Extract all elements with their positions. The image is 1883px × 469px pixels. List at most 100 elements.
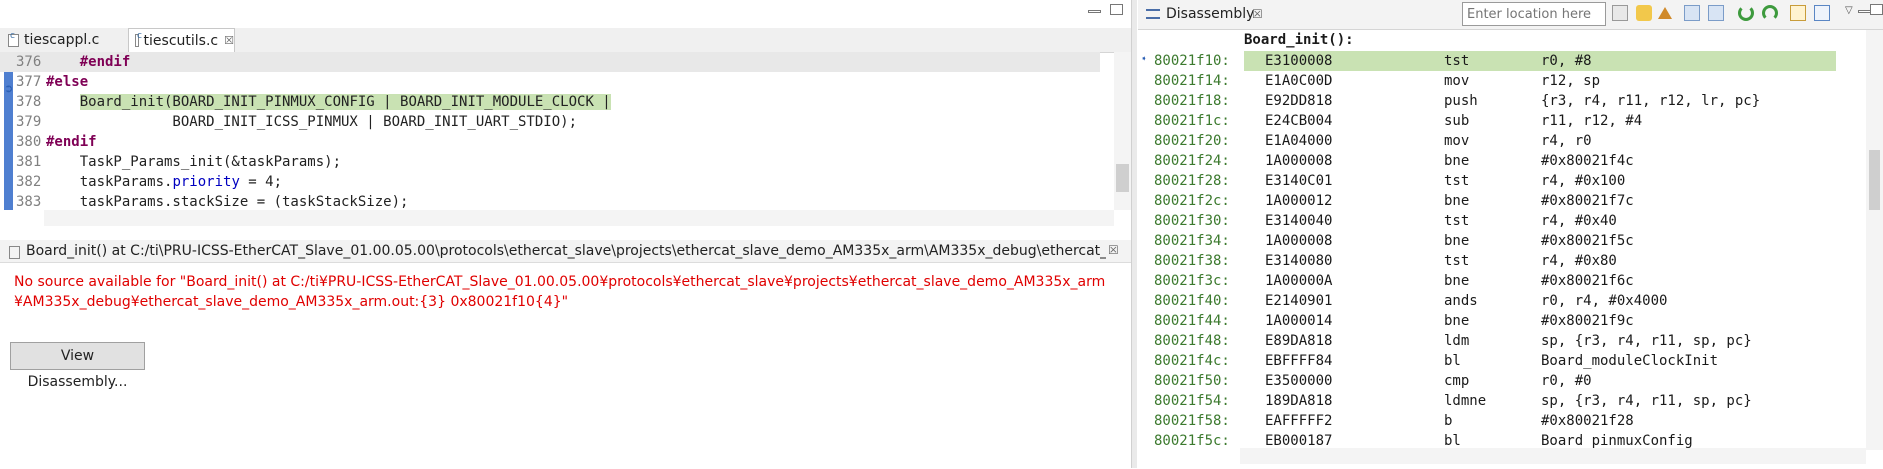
code-token: taskParams.stackSize = (taskStackSize); [46, 194, 409, 210]
code-line[interactable]: 376 #endif [0, 52, 1100, 72]
refresh-icon[interactable] [1762, 5, 1778, 21]
disassembly-row[interactable]: 80021f54: 189DA818 ldmne sp, {r3, r4, r11, … [1138, 391, 1858, 411]
opcode: E3500000 [1265, 373, 1333, 389]
disassembly-row[interactable]: 80021f38: E3140080 tst r4, #0x80 [1138, 251, 1858, 271]
pane-divider[interactable] [1131, 0, 1137, 468]
opcode: E2140901 [1265, 293, 1333, 309]
disassembly-row[interactable]: 80021f18: E92DD818 push {r3, r4, r11, r12, … [1138, 91, 1858, 111]
disassembly-row[interactable]: 80021f2c: 1A000012 bne #0x80021f7c [1138, 191, 1858, 211]
code-line[interactable]: 380 #endif [0, 132, 1100, 152]
close-icon[interactable]: ☒ [1252, 7, 1263, 21]
address: 80021f30: [1154, 213, 1230, 229]
code-line[interactable]: 383 taskParams.stackSize = (taskStackSiz… [0, 192, 1100, 210]
code-token: = 4; [239, 174, 283, 190]
line-number: 381 [16, 154, 42, 170]
pin-icon[interactable] [1814, 5, 1830, 21]
close-icon[interactable]: ☒ [224, 34, 234, 47]
tab-label: tiescutils.c [143, 32, 219, 49]
home-icon[interactable] [1658, 7, 1672, 19]
operands: r12, sp [1541, 73, 1601, 89]
disassembly-row[interactable]: 80021f24: 1A000008 bne #0x80021f4c [1138, 151, 1858, 171]
disassembly-row[interactable]: 80021f4c: EBFFFF84 bl Board_moduleClockInit [1138, 351, 1858, 371]
disassembly-row[interactable]: 80021f10: E3100008 tst r0, #8 [1138, 51, 1858, 71]
opcode: E1A04000 [1265, 133, 1333, 149]
show-source-icon[interactable] [1684, 5, 1700, 21]
view-disassembly-button[interactable]: View Disassembly... [10, 342, 145, 390]
address: 80021f28: [1154, 173, 1230, 189]
code-token: taskParams. [46, 174, 173, 190]
disassembly-row[interactable]: 80021f20: E1A04000 mov r4, r0 [1138, 131, 1858, 151]
operands: r0, r4, #0x4000 [1541, 293, 1668, 309]
tab-disassembly[interactable]: Disassembly [1166, 6, 1254, 22]
editor-horizontal-scrollbar[interactable] [44, 210, 1114, 226]
opcode: 1A000008 [1265, 233, 1333, 249]
maximize-icon[interactable] [1870, 4, 1883, 15]
function-label: Board_init(): [1244, 32, 1354, 48]
tab-tiescutils-c[interactable]: tiescutils.c ☒ [128, 28, 235, 52]
new-view-icon[interactable] [1790, 5, 1806, 21]
tab-tiescappl-c[interactable]: tiescappl.c [8, 28, 128, 52]
code-token: priority [172, 174, 240, 190]
operands: sp, {r3, r4, r11, sp, pc} [1541, 333, 1752, 349]
code-editor[interactable]: 376 #endif 377 #else 378 Board_init(BOARD_I… [0, 52, 1110, 210]
close-icon[interactable]: ☒ [1108, 243, 1119, 257]
disassembly-horizontal-scrollbar[interactable] [1240, 448, 1866, 464]
maximize-icon[interactable] [1110, 4, 1123, 15]
disassembly-row[interactable]: 80021f58: EAFFFFF2 b #0x80021f28 [1138, 411, 1858, 431]
disassembly-row[interactable]: 80021f3c: 1A00000A bne #0x80021f6c [1138, 271, 1858, 291]
code-text: BOARD_INIT_ICSS_PINMUX | BOARD_INIT_UART… [46, 112, 577, 132]
step-into-icon[interactable] [1738, 5, 1754, 21]
mnemonic: tst [1444, 173, 1470, 189]
show-symbols-icon[interactable] [1708, 5, 1724, 21]
editor-tab-bar: tiescappl.c tiescutils.c ☒ [0, 0, 1131, 53]
disassembly-row[interactable]: 80021f50: E3500000 cmp r0, #0 [1138, 371, 1858, 391]
code-text: Board_init(BOARD_INIT_PINMUX_CONFIG | BO… [46, 92, 611, 112]
disassembly-row[interactable]: 80021f30: E3140040 tst r4, #0x40 [1138, 211, 1858, 231]
disassembly-row[interactable]: 80021f40: E2140901 ands r0, r4, #0x4000 [1138, 291, 1858, 311]
link-with-active-debug-context-icon[interactable] [1636, 5, 1652, 21]
disassembly-row[interactable]: 80021f28: E3140C01 tst r4, #0x100 [1138, 171, 1858, 191]
disassembly-row[interactable]: 80021f44: 1A000014 bne #0x80021f9c [1138, 311, 1858, 331]
code-line[interactable]: 382 taskParams.priority = 4; [0, 172, 1100, 192]
disassembly-row[interactable]: 80021f34: 1A000008 bne #0x80021f5c [1138, 231, 1858, 251]
disassembly-row[interactable]: 80021f48: E89DA818 ldm sp, {r3, r4, r11, sp… [1138, 331, 1858, 351]
operands: r4, #0x80 [1541, 253, 1617, 269]
code-text: taskParams.priority = 4; [46, 172, 282, 192]
disassembly-icon [1146, 9, 1160, 19]
c-file-icon [135, 31, 141, 47]
no-source-message: No source available for "Board_init() at… [14, 272, 1114, 312]
line-number: 379 [16, 114, 42, 130]
view-menu-icon[interactable]: ▽ [1845, 5, 1853, 16]
disassembly-vertical-scrollbar[interactable] [1866, 30, 1883, 450]
go-to-location-icon[interactable] [1612, 5, 1628, 21]
opcode: EBFFFF84 [1265, 353, 1333, 369]
opcode: EAFFFFF2 [1265, 413, 1333, 429]
disassembly-listing[interactable]: ➧ Board_init(): 80021f10: E3100008 tst r0, … [1138, 30, 1883, 450]
code-line[interactable]: 381 TaskP_Params_init(&taskParams); [0, 152, 1100, 172]
code-token: #endif [79, 54, 131, 70]
code-line[interactable]: 377 #else [0, 72, 1100, 92]
code-line[interactable]: 378 Board_init(BOARD_INIT_PINMUX_CONFIG … [0, 92, 1100, 112]
operands: r4, #0x100 [1541, 173, 1626, 189]
line-number: 376 [16, 54, 42, 70]
mnemonic: tst [1444, 253, 1470, 269]
mnemonic: cmp [1444, 373, 1470, 389]
opcode: E92DD818 [1265, 93, 1333, 109]
opcode: 1A000014 [1265, 313, 1333, 329]
opcode: E89DA818 [1265, 333, 1333, 349]
code-line[interactable]: 379 BOARD_INIT_ICSS_PINMUX | BOARD_INIT_… [0, 112, 1100, 132]
mnemonic: sub [1444, 113, 1470, 129]
location-input[interactable] [1462, 2, 1606, 26]
minimize-icon[interactable] [1088, 10, 1101, 13]
code-text: #endif [46, 132, 97, 152]
mnemonic: bne [1444, 193, 1470, 209]
disassembly-row[interactable]: 80021f1c: E24CB004 sub r11, r12, #4 [1138, 111, 1858, 131]
editor-vertical-scrollbar[interactable] [1114, 52, 1131, 210]
disassembly-row[interactable]: 80021f14: E1A0C00D mov r12, sp [1138, 71, 1858, 91]
mnemonic: bne [1444, 233, 1470, 249]
line-number: 378 [16, 94, 42, 110]
mnemonic: mov [1444, 73, 1470, 89]
line-number: 383 [16, 194, 42, 210]
